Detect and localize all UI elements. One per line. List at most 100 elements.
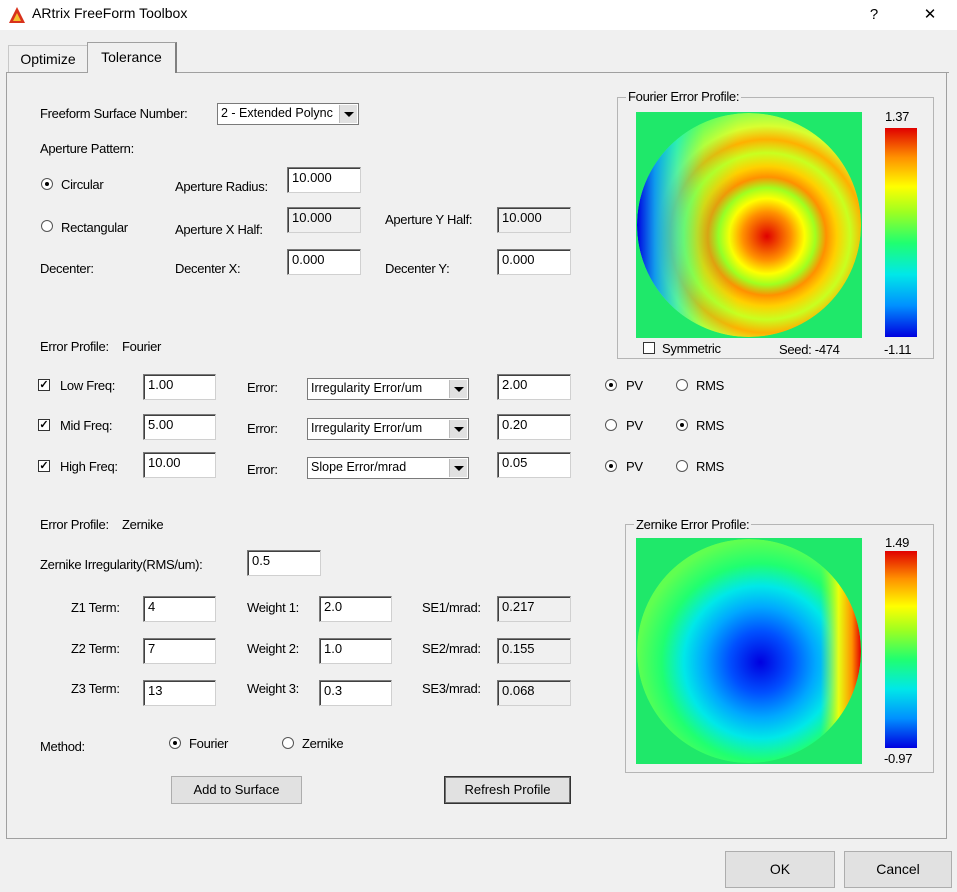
high-freq-error-label: Error: <box>247 462 278 477</box>
z2-term-input[interactable]: 7 <box>143 638 216 664</box>
low-freq-error-type-select[interactable]: Irregularity Error/um <box>307 378 469 400</box>
circular-radio[interactable] <box>41 178 53 190</box>
aperture-y-half-field: 10.000 <box>497 207 571 233</box>
low-freq-rms-label: RMS <box>696 378 724 393</box>
zernike-irregularity-label: Zernike Irregularity(RMS/um): <box>40 557 203 572</box>
tab-tolerance[interactable]: Tolerance <box>87 42 177 73</box>
weight-3-input[interactable]: 0.3 <box>319 680 392 706</box>
weight-2-label: Weight 2: <box>247 641 299 656</box>
fourier-error-map <box>636 112 862 338</box>
se1-label: SE1/mrad: <box>422 600 481 615</box>
z3-term-label: Z3 Term: <box>71 681 120 696</box>
aperture-x-half-field: 10.000 <box>287 207 361 233</box>
method-zernike-radio[interactable] <box>282 737 294 749</box>
weight-3-label: Weight 3: <box>247 681 299 696</box>
mid-freq-error-type-value: Irregularity Error/um <box>311 421 423 435</box>
low-freq-input[interactable]: 1.00 <box>143 374 216 400</box>
high-freq-error-value-input[interactable]: 0.05 <box>497 452 571 478</box>
aperture-pattern-label: Aperture Pattern: <box>40 141 134 156</box>
high-freq-error-type-select[interactable]: Slope Error/mrad <box>307 457 469 479</box>
decenter-x-input[interactable]: 0.000 <box>287 249 361 275</box>
decenter-y-input[interactable]: 0.000 <box>497 249 571 275</box>
weight-1-input[interactable]: 2.0 <box>319 596 392 622</box>
add-to-surface-button[interactable]: Add to Surface <box>171 776 302 804</box>
mid-freq-pv-radio[interactable] <box>605 419 617 431</box>
chevron-down-icon[interactable] <box>449 459 467 477</box>
high-freq-error-type-value: Slope Error/mrad <box>311 460 407 474</box>
ok-button[interactable]: OK <box>725 851 835 888</box>
mid-freq-error-value-input[interactable]: 0.20 <box>497 414 571 440</box>
fourier-map-low-region <box>637 113 861 337</box>
weight-1-label: Weight 1: <box>247 600 299 615</box>
decenter-y-label: Decenter Y: <box>385 261 450 276</box>
z3-term-input[interactable]: 13 <box>143 680 216 706</box>
rectangular-radio[interactable] <box>41 220 53 232</box>
close-icon[interactable]: ✕ <box>910 2 950 28</box>
zernike-colorbar <box>885 551 917 748</box>
high-freq-input[interactable]: 10.00 <box>143 452 216 478</box>
mid-freq-error-type-select[interactable]: Irregularity Error/um <box>307 418 469 440</box>
tab-optimize[interactable]: Optimize <box>8 45 88 72</box>
high-freq-rms-radio[interactable] <box>676 460 688 472</box>
z2-term-label: Z2 Term: <box>71 641 120 656</box>
surface-number-value: 2 - Extended Polync <box>221 106 333 120</box>
weight-2-input[interactable]: 1.0 <box>319 638 392 664</box>
method-fourier-radio[interactable] <box>169 737 181 749</box>
aperture-radius-input[interactable]: 10.000 <box>287 167 361 193</box>
window-title: ARtrix FreeForm Toolbox <box>32 5 188 21</box>
zernike-error-map <box>636 538 862 764</box>
decenter-x-label: Decenter X: <box>175 261 241 276</box>
zernike-colorbar-min: -0.97 <box>884 751 913 766</box>
zernike-irregularity-input[interactable]: 0.5 <box>247 550 321 576</box>
fourier-colorbar-min: -1.11 <box>884 342 912 357</box>
decenter-label: Decenter: <box>40 261 94 276</box>
low-freq-checkbox[interactable]: ✓ <box>38 379 50 391</box>
low-freq-error-label: Error: <box>247 380 278 395</box>
mid-freq-label: Mid Freq: <box>60 418 113 433</box>
zernike-map-high-edge <box>637 539 861 763</box>
zernike-profile-title: Zernike Error Profile: <box>634 517 752 532</box>
app-logo-icon <box>9 7 25 23</box>
se1-field: 0.217 <box>497 596 571 622</box>
low-freq-label: Low Freq: <box>60 378 116 393</box>
mid-freq-rms-radio[interactable] <box>676 419 688 431</box>
low-freq-pv-label: PV <box>626 378 643 393</box>
title-bar: ARtrix FreeForm Toolbox ? ✕ <box>0 0 957 30</box>
mid-freq-checkbox[interactable]: ✓ <box>38 419 50 431</box>
chevron-down-icon[interactable] <box>449 380 467 398</box>
low-freq-error-type-value: Irregularity Error/um <box>311 381 423 395</box>
surface-number-label: Freeform Surface Number: <box>40 106 188 121</box>
high-freq-pv-label: PV <box>626 459 643 474</box>
z1-term-input[interactable]: 4 <box>143 596 216 622</box>
surface-number-select[interactable]: 2 - Extended Polync <box>217 103 359 125</box>
chevron-down-icon[interactable] <box>339 105 357 123</box>
help-button[interactable]: ? <box>854 2 894 28</box>
low-freq-error-value-input[interactable]: 2.00 <box>497 374 571 400</box>
fourier-heading-label: Error Profile: <box>40 339 109 354</box>
high-freq-rms-label: RMS <box>696 459 724 474</box>
fourier-heading-value: Fourier <box>122 339 162 354</box>
circular-label: Circular <box>61 177 104 192</box>
method-fourier-label: Fourier <box>189 736 229 751</box>
high-freq-checkbox[interactable]: ✓ <box>38 460 50 472</box>
seed-readout: Seed: -474 <box>779 342 840 357</box>
low-freq-pv-radio[interactable] <box>605 379 617 391</box>
mid-freq-input[interactable]: 5.00 <box>143 414 216 440</box>
refresh-profile-button[interactable]: Refresh Profile <box>444 776 571 804</box>
high-freq-pv-radio[interactable] <box>605 460 617 472</box>
mid-freq-rms-label: RMS <box>696 418 724 433</box>
se2-field: 0.155 <box>497 638 571 664</box>
mid-freq-pv-label: PV <box>626 418 643 433</box>
mid-freq-error-label: Error: <box>247 421 278 436</box>
se2-label: SE2/mrad: <box>422 641 481 656</box>
chevron-down-icon[interactable] <box>449 420 467 438</box>
low-freq-rms-radio[interactable] <box>676 379 688 391</box>
z1-term-label: Z1 Term: <box>71 600 120 615</box>
cancel-button[interactable]: Cancel <box>844 851 952 888</box>
fourier-profile-title: Fourier Error Profile: <box>626 89 742 104</box>
aperture-x-half-label: Aperture X Half: <box>175 222 263 237</box>
symmetric-checkbox[interactable] <box>643 342 655 354</box>
se3-label: SE3/mrad: <box>422 681 481 696</box>
se3-field: 0.068 <box>497 680 571 706</box>
symmetric-label: Symmetric <box>662 341 721 356</box>
